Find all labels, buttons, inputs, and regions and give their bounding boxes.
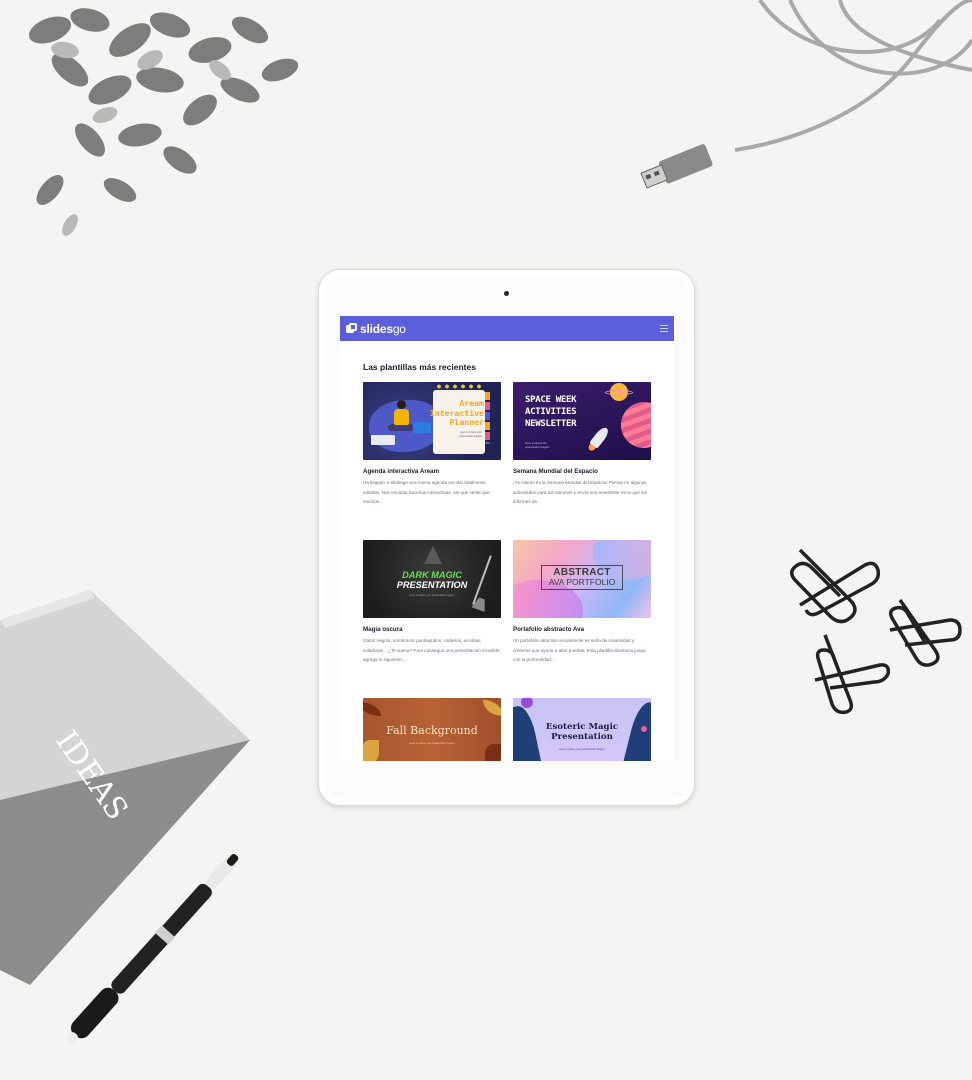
usb-cable-decoration (640, 0, 972, 189)
thumbnail-subtitle: Here is where the presentation begins (525, 441, 550, 449)
tablet-device: slidesgo Las plantillas más recientes Ar… (318, 269, 695, 806)
template-card[interactable]: Esoteric Magic Presentation Here is where… (513, 698, 651, 761)
pen-decoration (67, 854, 239, 1043)
logo-bold: slides (360, 321, 393, 336)
template-thumbnail[interactable]: ABSTRACT AVA PORTFOLIO (513, 540, 651, 618)
template-thumbnail[interactable]: SPACE WEEK ACTIVITIES NEWSLETTER Here is w… (513, 382, 651, 460)
thumbnail-title-2: AVA PORTFOLIO (548, 577, 616, 587)
camera-dot (504, 291, 509, 296)
desk-scene: IDEAS slidesgo Las plantillas más recien… (0, 0, 972, 1080)
paper-clips-decoration (790, 548, 962, 715)
template-grid: Aream Interactive Planner Here is where yo… (363, 382, 651, 761)
template-thumbnail[interactable]: DARK MAGIC PRESENTATION Here is where yo… (363, 540, 501, 618)
plant-decoration (28, 8, 299, 236)
template-card[interactable]: Aream Interactive Planner Here is where yo… (363, 382, 501, 540)
thumbnail-title: Esoteric Magic Presentation (545, 722, 619, 742)
template-thumbnail[interactable]: Fall Background Here is where your prese… (363, 698, 501, 761)
template-description: Ha llegado a Slidesgo una nueva agenda e… (363, 480, 490, 505)
thumbnail-title: SPACE WEEK ACTIVITIES NEWSLETTER (525, 395, 577, 429)
thumbnail-subtitle: Here is where your presentation begins (459, 431, 482, 438)
thumbnail-title-2: PRESENTATION (396, 580, 468, 590)
thumbnail-title: Aream Interactive Planner (429, 398, 484, 427)
template-thumbnail[interactable]: Esoteric Magic Presentation Here is where… (513, 698, 651, 761)
logo-light: go (392, 321, 406, 336)
template-card[interactable]: ABSTRACT AVA PORTFOLIO Portafolio abstra… (513, 540, 651, 698)
template-title[interactable]: Magia oscura (363, 626, 501, 633)
template-description: Un portafolio atractivo visualmente es s… (513, 638, 646, 663)
template-card[interactable]: Fall Background Here is where your prese… (363, 698, 501, 761)
thumbnail-title: Fall Background (386, 724, 478, 737)
template-thumbnail[interactable]: Aream Interactive Planner Here is where yo… (363, 382, 501, 460)
hamburger-menu-icon[interactable] (660, 325, 668, 332)
thumbnail-title: DARK MAGIC (402, 570, 462, 580)
site-logo[interactable]: slidesgo (360, 322, 406, 336)
section-title: Las plantillas más recientes (363, 362, 476, 372)
main-content: Las plantillas más recientes Aream Inter… (340, 362, 674, 761)
template-description: ¡Ya mismo es la Semana Mundial del Espac… (513, 480, 648, 505)
template-card[interactable]: SPACE WEEK ACTIVITIES NEWSLETTER Here is w… (513, 382, 651, 540)
template-description: Gatos negros, sombreros puntiagudos, cal… (363, 638, 501, 663)
slidesgo-logo-icon[interactable] (346, 323, 357, 334)
tablet-screen: slidesgo Las plantillas más recientes Ar… (340, 316, 674, 761)
site-header: slidesgo (340, 316, 674, 341)
thumbnail-subtitle: Here is where your presentation begins (559, 748, 605, 751)
template-title[interactable]: Semana Mundial del Espacio (513, 468, 651, 475)
template-title[interactable]: Portafolio abstracto Ava (513, 626, 651, 633)
thumbnail-subtitle: Here is where your presentation begins (409, 742, 455, 745)
template-title[interactable]: Agenda interactiva Aream (363, 468, 501, 475)
template-card[interactable]: DARK MAGIC PRESENTATION Here is where yo… (363, 540, 501, 698)
thumbnail-subtitle: Here is where your presentation begins (409, 594, 455, 597)
